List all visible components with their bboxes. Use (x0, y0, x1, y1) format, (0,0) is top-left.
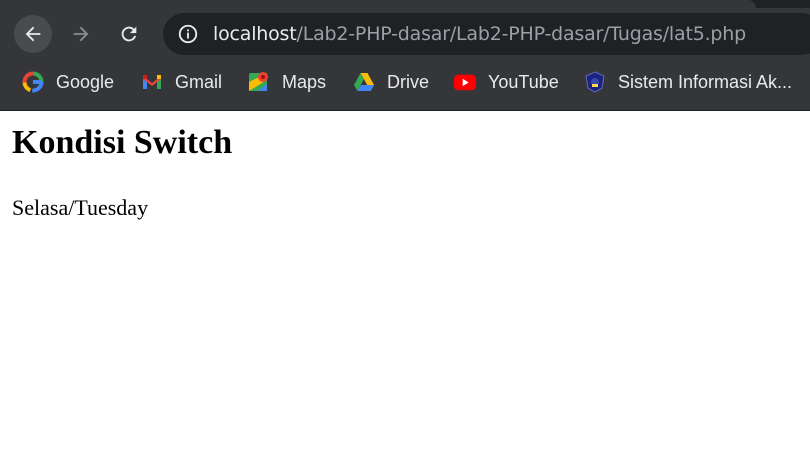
bookmark-drive[interactable]: Drive (352, 62, 429, 102)
university-logo-icon (583, 70, 607, 94)
arrow-left-icon (25, 26, 41, 42)
url-text[interactable]: localhost/Lab2-PHP-dasar/Lab2-PHP-dasar/… (213, 13, 746, 55)
active-tab-edge (0, 0, 756, 8)
info-icon[interactable] (177, 23, 199, 45)
bookmark-sistem-informasi[interactable]: Sistem Informasi Ak... (583, 62, 792, 102)
url-path: /Lab2-PHP-dasar/Lab2-PHP-dasar/Tugas/lat… (296, 23, 747, 45)
reload-button[interactable] (110, 15, 148, 53)
maps-icon (247, 70, 271, 94)
gmail-icon (140, 70, 164, 94)
google-icon (21, 70, 45, 94)
back-button[interactable] (14, 15, 52, 53)
address-bar[interactable]: localhost/Lab2-PHP-dasar/Lab2-PHP-dasar/… (163, 13, 810, 55)
bookmark-gmail[interactable]: Gmail (140, 62, 222, 102)
page-content: Kondisi Switch Selasa/Tuesday (0, 111, 810, 463)
bookmark-label: Gmail (175, 71, 223, 92)
bookmark-label: Google (56, 71, 115, 92)
arrow-right-icon (73, 26, 89, 42)
bookmark-google[interactable]: Google (21, 62, 114, 102)
drive-icon (352, 70, 376, 94)
url-host: localhost (213, 23, 297, 45)
bookmark-maps[interactable]: Maps (247, 62, 326, 102)
bookmark-label: YouTube (488, 71, 559, 92)
page-title: Kondisi Switch (12, 124, 233, 161)
browser-toolbar: localhost/Lab2-PHP-dasar/Lab2-PHP-dasar/… (0, 8, 810, 62)
bookmark-label: Sistem Informasi Ak... (618, 71, 793, 92)
forward-button[interactable] (62, 15, 100, 53)
bookmark-label: Drive (387, 71, 430, 92)
youtube-icon (453, 70, 477, 94)
bookmark-youtube[interactable]: YouTube (453, 62, 559, 102)
bookmarks-bar: Google Gmail Maps Drive YouTube Sistem I… (0, 62, 810, 102)
result-text: Selasa/Tuesday (12, 195, 149, 220)
reload-icon (121, 26, 137, 42)
browser-chrome: localhost/Lab2-PHP-dasar/Lab2-PHP-dasar/… (0, 0, 810, 110)
bookmark-label: Maps (282, 71, 327, 92)
